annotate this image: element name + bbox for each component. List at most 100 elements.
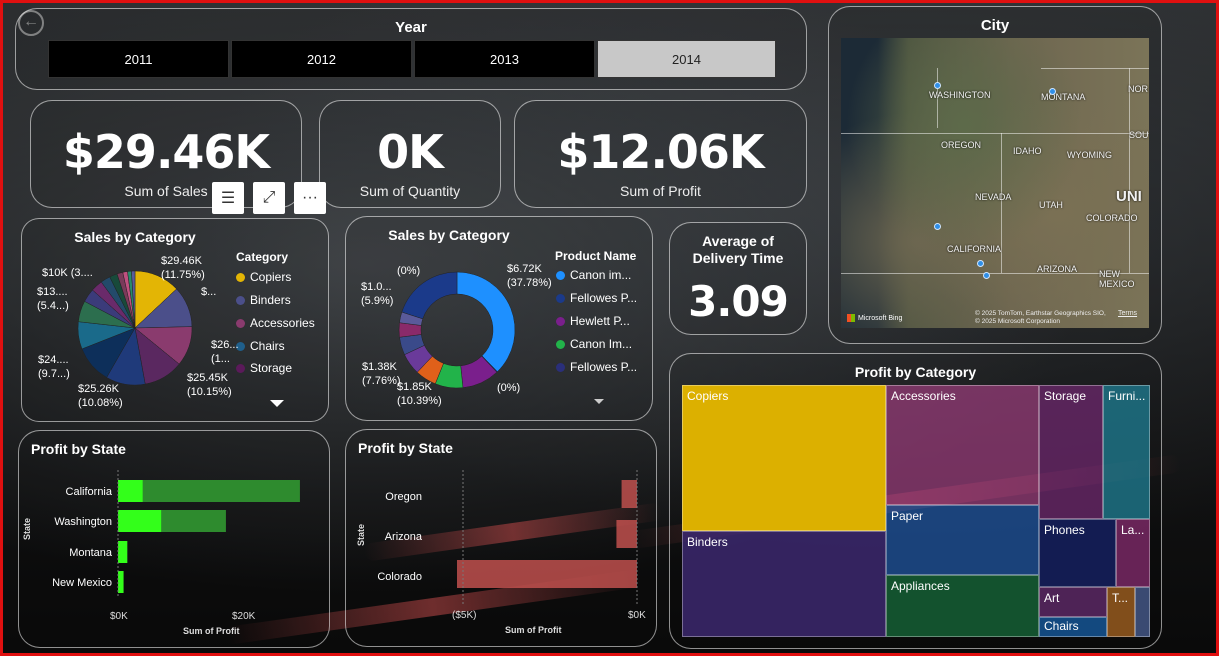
profit-state-2-chart[interactable]: Oregon Arizona Colorado [370,470,650,610]
treemap-cell-paper[interactable]: Paper [886,505,1039,575]
pie-data-label: $25.45K (10.15%) [187,372,232,398]
x-tick-label: ($5K) [452,610,477,621]
legend-dot [236,272,245,282]
donut-data-label: (0%) [397,265,421,277]
pie-data-label: $13.... (5.4...) [37,286,69,312]
map-label-wyoming: WYOMING [1067,150,1112,160]
bar-highlight[interactable] [118,480,143,502]
year-option-2011[interactable]: 2011 [48,40,229,78]
donut-data-label: $1.0... (5.9%) [361,281,394,307]
pie-chart[interactable] [75,268,195,388]
donut-legend-item[interactable]: Fellowes P... [556,291,637,305]
city-map[interactable]: WASHINGTON MONTANA NOR OREGON IDAHO WYOM… [841,38,1149,328]
donut-legend-item[interactable]: Canon Im... [556,337,632,351]
treemap-cell-copiers[interactable]: Copiers [682,385,886,531]
x-tick-label: $0K [110,611,128,622]
year-option-2013[interactable]: 2013 [414,40,595,78]
kpi-sales-value: $29.46K [62,125,270,179]
filter-icon[interactable]: ☰ [212,182,244,214]
donut-data-label: $6.72K (37.78%) [507,263,552,289]
map-city-marker[interactable] [934,82,941,89]
delivery-title-line1: Average of [702,233,774,249]
legend-dot [236,318,245,328]
map-label-montana: MONTANA [1041,92,1086,102]
treemap-cell-phones[interactable]: Phones [1039,519,1116,587]
donut-legend-item[interactable]: Hewlett P... [556,314,630,328]
pie-data-label: $... [201,286,217,298]
y-tick-label: Colorado [377,571,422,583]
map-label-colorado: COLORADO [1086,213,1138,223]
treemap-cell-appliances[interactable]: Appliances [886,575,1039,637]
bar[interactable] [118,480,300,502]
treemap-cell-binders[interactable]: Binders [682,531,886,637]
map-label-idaho: IDAHO [1013,146,1042,156]
legend-scroll-down-icon[interactable] [270,400,284,407]
kpi-profit-label: Sum of Profit [620,183,701,199]
map-label-washington: WASHINGTON [929,90,991,100]
pie-data-label: $25.26K (10.08%) [78,383,123,409]
treemap-cell-tables[interactable]: T... [1107,587,1135,637]
donut-title: Sales by Category [388,227,510,243]
kpi-quantity-card: 0K Sum of Quantity [319,100,501,208]
pie-legend-chairs[interactable]: Chairs [236,339,285,353]
legend-dot [556,270,565,280]
y-tick-label: Oregon [385,491,422,503]
focus-mode-icon[interactable]: ⤢ [253,182,285,214]
bar[interactable] [616,520,637,548]
map-label-nor: NOR [1128,84,1148,94]
pie-legend-storage[interactable]: Storage [236,361,292,375]
kpi-profit-card: $12.06K Sum of Profit [514,100,807,208]
map-terms-link[interactable]: Terms [1118,310,1137,317]
year-option-2012[interactable]: 2012 [231,40,412,78]
map-city-marker[interactable] [983,272,990,279]
pie-data-label: $26... (1... [211,339,239,365]
pie-legend-binders[interactable]: Binders [236,293,291,307]
bar-highlight[interactable] [118,510,162,532]
pie-data-label: $29.46K (11.75%) [161,255,205,281]
pie-data-label: $24.... (9.7...) [38,354,70,380]
treemap-cell-chairs[interactable]: Chairs [1039,617,1107,637]
legend-dot [556,339,565,349]
kpi-quantity-value: 0K [377,125,444,179]
profit-state-2-title: Profit by State [358,440,453,456]
map-city-marker[interactable] [1049,88,1056,95]
legend-dot [236,295,245,305]
pie-legend-accessories[interactable]: Accessories [236,316,315,330]
donut-chart[interactable] [397,270,517,390]
y-tick-label: Washington [54,516,112,528]
map-label-uni: UNI [1116,188,1142,205]
delivery-title-line2: Delivery Time [692,250,784,266]
pie-title: Sales by Category [74,229,196,245]
kpi-profit-value: $12.06K [557,125,764,179]
pie-legend-title: Category [236,250,289,264]
donut-data-label: $1.38K (7.76%) [362,361,401,387]
map-label-arizona: ARIZONA [1037,264,1078,274]
treemap-cell-storage[interactable]: Storage [1039,385,1103,519]
treemap-cell-labels[interactable]: La... [1116,519,1150,587]
slice[interactable] [401,271,458,320]
more-options-icon[interactable]: ··· [294,182,326,214]
y-tick-label: Arizona [385,531,423,543]
map-city-marker[interactable] [934,223,941,230]
treemap-cell-art[interactable]: Art [1039,587,1107,617]
map-label-oregon: OREGON [941,140,982,150]
map-label-sou: SOU [1129,130,1149,140]
donut-legend-item[interactable]: Fellowes P... [556,360,637,374]
bar[interactable] [457,560,637,588]
bar-highlight[interactable] [118,571,124,593]
y-tick-label: New Mexico [52,577,112,589]
pie-legend-copiers[interactable]: Copiers [236,270,291,284]
map-city-marker[interactable] [977,260,984,267]
year-option-2014[interactable]: 2014 [597,40,776,78]
donut-legend-item[interactable]: Canon im... [556,268,631,282]
treemap-cell-accessories[interactable]: Accessories [886,385,1039,505]
year-slicer-title: Year [395,19,427,36]
x-tick-label: $0K [628,610,646,621]
treemap-cell-furniture[interactable]: Furni... [1103,385,1150,519]
profit-state-1-chart[interactable]: California Washington Montana New Mexico [40,470,330,650]
legend-scroll-down-icon[interactable] [594,399,604,404]
legend-dot [556,316,565,326]
bar-highlight[interactable] [118,541,128,563]
treemap-cell-small[interactable] [1135,587,1150,637]
bar[interactable] [621,480,637,508]
